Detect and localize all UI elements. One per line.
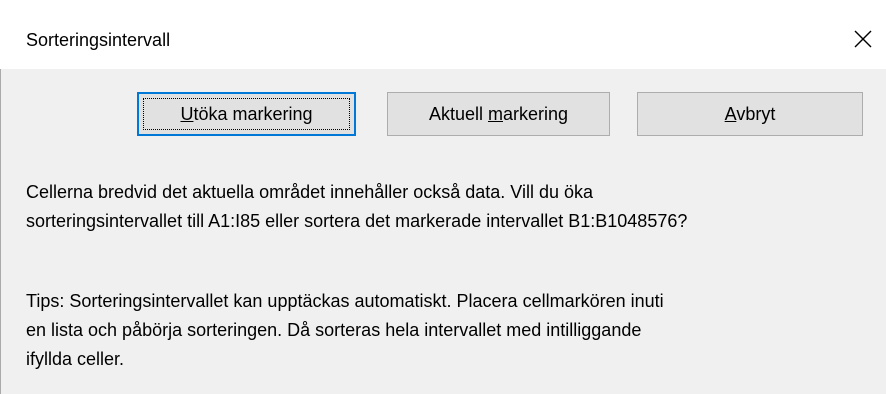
message-line: sorteringsintervallet till A1:I85 eller … <box>26 211 688 231</box>
tip-line: ifyllda celler. <box>26 349 125 369</box>
focus-rectangle <box>143 98 350 130</box>
close-icon <box>854 30 872 48</box>
message-text: Cellerna bredvid det aktuella området in… <box>26 178 876 236</box>
tip-text: Tips: Sorteringsintervallet kan upptäcka… <box>26 287 876 374</box>
close-button[interactable] <box>846 24 880 54</box>
cancel-button[interactable]: Avbryt <box>637 92 863 136</box>
tip-line: en lista och påbörja sorteringen. Då sor… <box>26 320 642 340</box>
cancel-label: Avbryt <box>724 103 776 124</box>
dialog-title: Sorteringsintervall <box>26 30 171 50</box>
expand-selection-button[interactable]: Utöka markering <box>137 92 356 136</box>
dialog-border <box>0 69 1 394</box>
current-selection-label: Aktuell markering <box>428 103 569 124</box>
current-selection-button[interactable]: Aktuell markering <box>387 92 610 136</box>
title-bar: Sorteringsintervall <box>0 6 886 69</box>
sort-range-dialog: Sorteringsintervall Utöka markering Aktu… <box>0 6 886 394</box>
message-line: Cellerna bredvid det aktuella området in… <box>26 182 594 202</box>
tip-line: Tips: Sorteringsintervallet kan upptäcka… <box>26 291 664 311</box>
